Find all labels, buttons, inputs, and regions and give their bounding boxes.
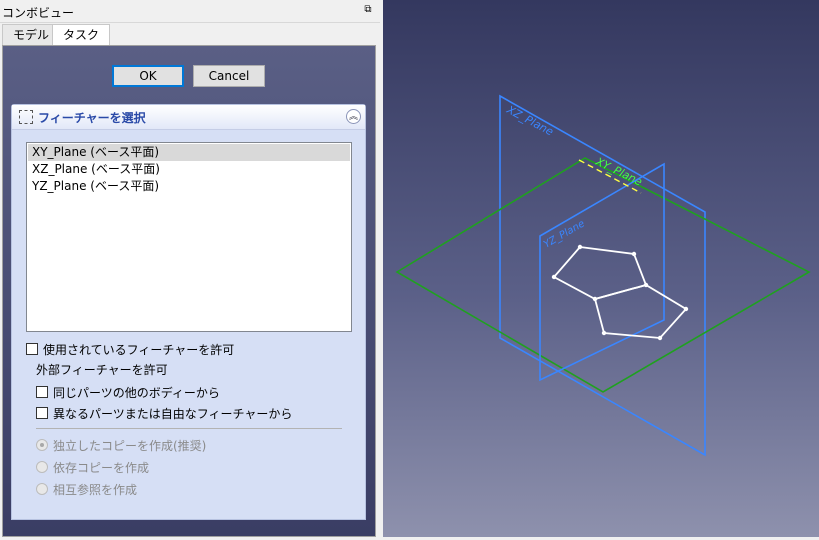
xz-plane[interactable]	[499, 94, 706, 457]
different-part-checkbox[interactable]	[36, 407, 48, 419]
independent-copy-radio[interactable]	[36, 439, 48, 451]
list-item-xy-plane[interactable]: XY_Plane (ベース平面)	[28, 144, 350, 161]
cross-reference-radio[interactable]	[36, 483, 48, 495]
xy-plane[interactable]	[395, 157, 811, 393]
panel-titlebar: コンボビュー ⧉	[0, 0, 380, 23]
feature-list[interactable]: XY_Plane (ベース平面) XZ_Plane (ベース平面) YZ_Pla…	[26, 142, 352, 332]
tab-task[interactable]: タスク	[52, 24, 111, 46]
dependent-copy-radio[interactable]	[36, 461, 48, 473]
allow-used-checkbox[interactable]	[26, 343, 38, 355]
list-item-yz-plane[interactable]: YZ_Plane (ベース平面)	[28, 178, 350, 195]
3d-viewport[interactable]: XZ_Plane XY_Plane YZ_Plane	[383, 0, 819, 537]
scene-svg: XZ_Plane XY_Plane YZ_Plane	[395, 94, 811, 457]
section-header: フィーチャーを選択 ︽	[12, 105, 365, 130]
cancel-button[interactable]: Cancel	[193, 65, 265, 87]
different-part-label: 異なるパーツまたは自由なフィーチャーから	[53, 407, 293, 421]
panel-tabs: モデル タスク	[0, 24, 380, 46]
ok-button[interactable]: OK	[112, 65, 184, 87]
cross-reference-label: 相互参照を作成	[53, 483, 138, 497]
same-part-checkbox[interactable]	[36, 386, 48, 398]
external-features-label: 外部フィーチャーを許可	[36, 363, 168, 377]
same-part-label: 同じパーツの他のボディーから	[53, 386, 220, 400]
panel-title: コンボビュー	[2, 6, 75, 20]
separator	[36, 428, 342, 429]
section-title: フィーチャーを選択	[38, 111, 146, 125]
select-feature-section: フィーチャーを選択 ︽ XY_Plane (ベース平面) XZ_Plane (ベ…	[11, 104, 366, 520]
allow-used-label: 使用されているフィーチャーを許可	[43, 343, 235, 357]
list-item-xz-plane[interactable]: XZ_Plane (ベース平面)	[28, 161, 350, 178]
combo-view-panel: コンボビュー ⧉ モデル タスク OK Cancel フィーチャーを選択 ︽ X…	[0, 0, 380, 537]
collapse-icon[interactable]: ︽	[346, 109, 361, 124]
independent-copy-label: 独立したコピーを作成(推奨)	[53, 439, 207, 453]
select-feature-icon	[19, 110, 33, 124]
dependent-copy-label: 依存コピーを作成	[53, 461, 150, 475]
float-window-icon[interactable]: ⧉	[362, 4, 374, 16]
xz-plane-label: XZ_Plane	[504, 103, 556, 139]
sketch-pentagon-lower[interactable]	[593, 284, 688, 339]
